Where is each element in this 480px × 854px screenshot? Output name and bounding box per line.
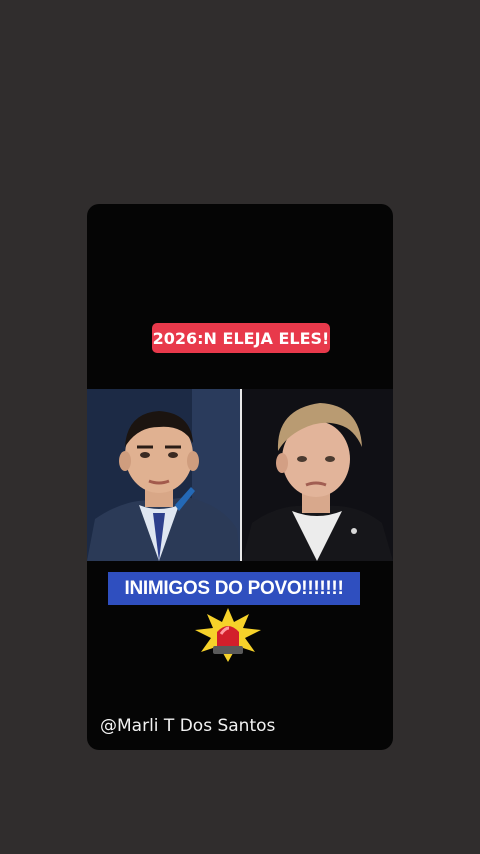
- story-card: 2026:N ELEJA ELES! INIMIGOS DO POVO!!!!!…: [87, 204, 393, 750]
- credit-label: @Marli T Dos Santos: [100, 716, 276, 736]
- banner-label: INIMIGOS DO POVO!!!!!!!: [108, 572, 360, 605]
- photo-collage: [87, 389, 393, 561]
- photo-right: [242, 389, 393, 561]
- headline-label: 2026:N ELEJA ELES!: [152, 323, 330, 353]
- man-in-suit-image: [87, 389, 240, 561]
- man-blond-image: [242, 389, 393, 561]
- photo-left: [87, 389, 240, 561]
- siren-icon: [195, 608, 261, 662]
